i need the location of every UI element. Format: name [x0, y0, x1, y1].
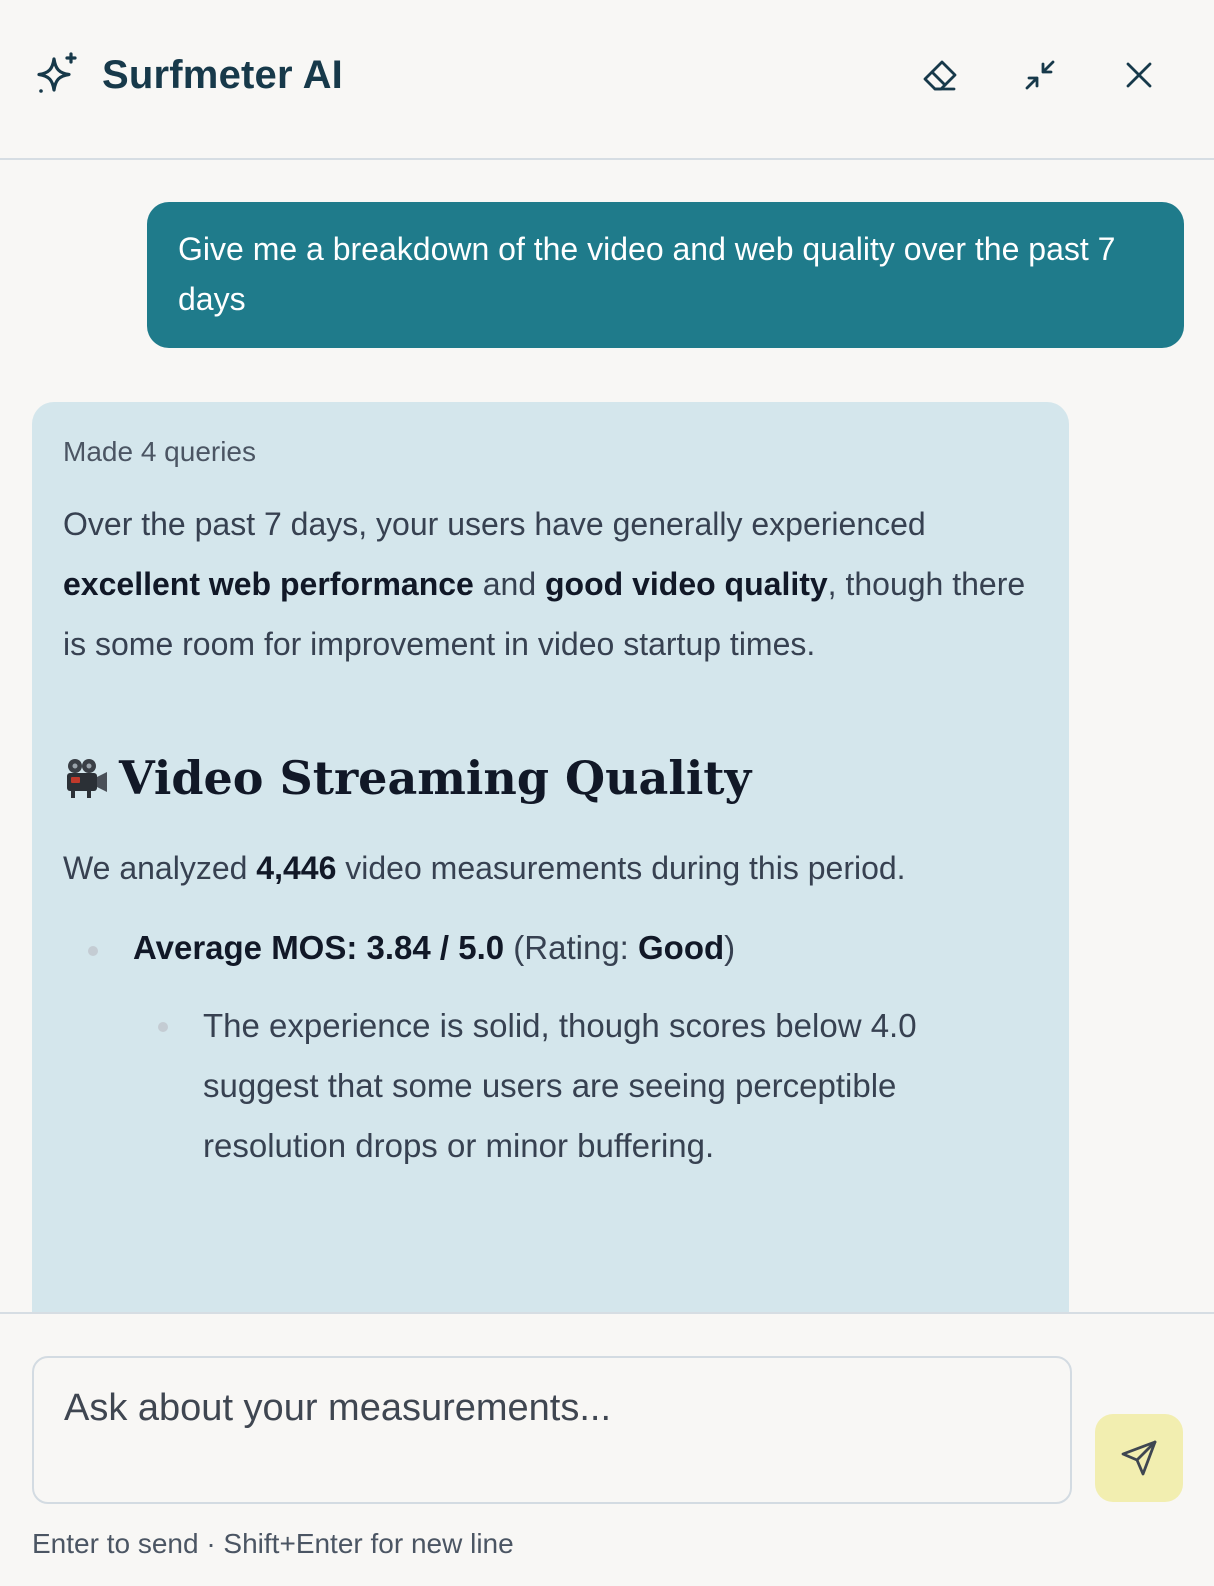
minimize-button[interactable]	[1015, 50, 1065, 100]
analyzed-summary: We analyzed 4,446 video measurements dur…	[63, 838, 1039, 898]
section-title-text: Video Streaming Quality	[119, 751, 752, 805]
user-message: Give me a breakdown of the video and web…	[147, 202, 1184, 348]
rating-prefix: (Rating:	[504, 929, 639, 966]
list-item: Average MOS: 3.84 / 5.0 (Rating: Good) T…	[63, 918, 1039, 1176]
sub-list: The experience is solid, though scores b…	[133, 996, 1039, 1176]
intro-paragraph: Over the past 7 days, your users have ge…	[63, 494, 1039, 674]
panel-header: Surfmeter AI	[0, 0, 1214, 160]
close-icon	[1126, 62, 1152, 88]
app-title: Surfmeter AI	[102, 52, 343, 97]
measurement-count: 4,446	[256, 850, 337, 886]
close-button[interactable]	[1114, 50, 1164, 100]
message-list[interactable]: Give me a breakdown of the video and web…	[0, 162, 1214, 1312]
rating-value: Good	[638, 929, 725, 966]
chat-panel: Surfmeter AI Give me a breakdown of the …	[0, 0, 1214, 1586]
send-icon	[1121, 1440, 1157, 1476]
metrics-list: Average MOS: 3.84 / 5.0 (Rating: Good) T…	[63, 918, 1039, 1176]
intro-bold-video: good video quality	[545, 566, 828, 602]
minimize-icon	[1025, 60, 1055, 90]
analyzed-text: video measurements during this period.	[336, 850, 906, 886]
composer-hint: Enter to send · Shift+Enter for new line	[32, 1528, 514, 1559]
intro-bold-web: excellent web performance	[63, 566, 474, 602]
clear-chat-button[interactable]	[915, 50, 965, 100]
composer: Enter to send · Shift+Enter for new line	[0, 1312, 1214, 1586]
sparkles-icon	[37, 52, 77, 93]
sub-list-item: The experience is solid, though scores b…	[133, 996, 1039, 1176]
rating-suffix: )	[724, 929, 736, 966]
section-heading: Video Streaming Quality	[63, 748, 1039, 808]
mos-label: Average MOS: 3.84 / 5.0	[133, 929, 505, 966]
queries-indicator[interactable]: Made 4 queries	[63, 434, 1039, 470]
analyzed-text: We analyzed	[63, 850, 257, 886]
message-input[interactable]	[64, 1384, 1040, 1476]
intro-text: Over the past 7 days, your users have ge…	[63, 506, 926, 542]
message-input-box[interactable]	[32, 1356, 1072, 1504]
send-button[interactable]	[1095, 1414, 1183, 1502]
assistant-message: Made 4 queries Over the past 7 days, you…	[32, 402, 1069, 1312]
brand: Surfmeter AI	[32, 50, 343, 100]
movie-camera-icon	[67, 759, 107, 798]
eraser-icon	[923, 60, 957, 91]
intro-text: and	[473, 566, 545, 602]
